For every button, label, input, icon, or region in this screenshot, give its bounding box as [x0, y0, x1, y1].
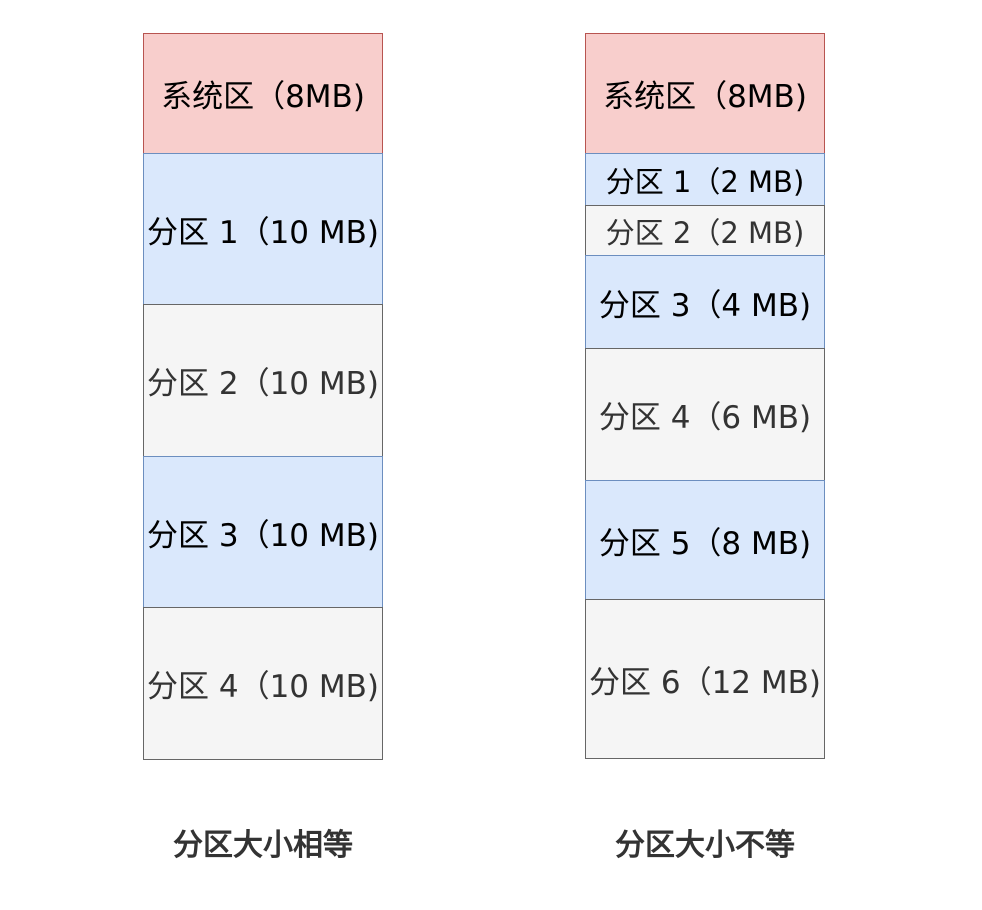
partition-2-block: 分区 2（10 MB) [143, 304, 383, 457]
block-label: 系统区（8MB) [161, 79, 365, 115]
equal-partition-caption: 分区大小相等 [173, 828, 353, 863]
block-label: 分区 3（10 MB) [147, 517, 379, 554]
partition-1-block: 分区 1（2 MB) [585, 152, 825, 207]
partition-2-block: 分区 2（2 MB) [585, 205, 825, 256]
equal-partition-column: 系统区（8MB) 分区 1（10 MB) 分区 2（10 MB) 分区 3（10… [143, 33, 383, 760]
block-label: 系统区（8MB) [603, 79, 807, 115]
block-label: 分区 4（6 MB) [598, 400, 812, 436]
partition-4-block: 分区 4（10 MB) [143, 607, 383, 760]
partition-3-block: 分区 3（4 MB) [585, 254, 825, 350]
block-label: 分区 5（8 MB) [598, 525, 812, 562]
partition-6-block: 分区 6（12 MB) [585, 599, 825, 759]
partition-1-block: 分区 1（10 MB) [143, 152, 383, 306]
block-label: 分区 2（2 MB) [605, 215, 805, 250]
system-area-block: 系统区（8MB) [585, 33, 825, 154]
block-label: 分区 6（12 MB) [589, 664, 821, 701]
partition-4-block: 分区 4（6 MB) [585, 348, 825, 481]
partition-5-block: 分区 5（8 MB) [585, 479, 825, 601]
partition-3-block: 分区 3（10 MB) [143, 455, 383, 609]
block-label: 分区 3（4 MB) [598, 287, 812, 324]
block-label: 分区 1（2 MB) [605, 164, 805, 199]
block-label: 分区 4（10 MB) [147, 669, 379, 705]
block-label: 分区 1（10 MB) [147, 214, 379, 251]
unequal-partition-caption: 分区大小不等 [615, 828, 795, 863]
system-area-block: 系统区（8MB) [143, 33, 383, 154]
block-label: 分区 2（10 MB) [147, 366, 379, 402]
unequal-partition-column: 系统区（8MB) 分区 1（2 MB) 分区 2（2 MB) 分区 3（4 MB… [585, 33, 825, 759]
